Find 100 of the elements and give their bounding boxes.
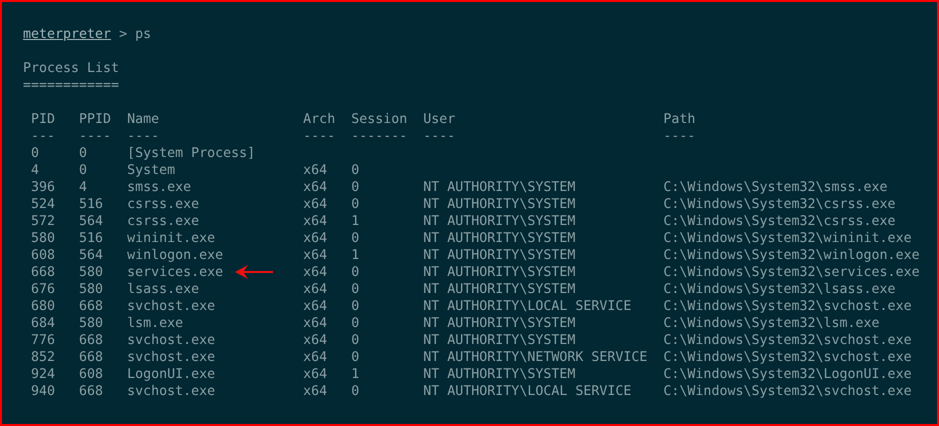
table-cell: csrss.exe [127, 197, 200, 212]
table-cell: NT AUTHORITY\SYSTEM [423, 265, 576, 280]
table-cell: NT AUTHORITY\SYSTEM [423, 197, 576, 212]
table-cell: x64 [303, 197, 328, 212]
table-cell: x64 [303, 384, 328, 399]
table-cell: NT AUTHORITY\SYSTEM [423, 214, 576, 229]
table-cell: 1 [351, 248, 360, 263]
table-cell: wininit.exe [127, 231, 216, 246]
table-cell: NT AUTHORITY\SYSTEM [423, 316, 576, 331]
table-cell: C:\Windows\System32\svchost.exe [663, 299, 912, 314]
table-cell: 516 [79, 231, 104, 246]
section-title: Process List [23, 61, 120, 76]
header-rule: ---- [79, 129, 112, 144]
table-cell: x64 [303, 316, 328, 331]
command-text: ps [135, 26, 152, 43]
table-cell: x64 [303, 367, 328, 382]
table-cell: C:\Windows\System32\LogonUI.exe [663, 367, 912, 382]
table-cell: NT AUTHORITY\LOCAL SERVICE [423, 299, 632, 314]
table-cell: C:\Windows\System32\csrss.exe [663, 197, 896, 212]
table-cell: 776 [31, 333, 56, 348]
table-cell: lsass.exe [127, 282, 200, 297]
table-cell: 852 [31, 350, 56, 365]
table-cell: 608 [31, 248, 56, 263]
table-cell: NT AUTHORITY\SYSTEM [423, 282, 576, 297]
table-cell: 0 [79, 163, 88, 178]
header-rule: --- [31, 129, 56, 144]
table-cell: lsm.exe [127, 316, 184, 331]
table-cell: svchost.exe [127, 350, 216, 365]
table-cell: x64 [303, 350, 328, 365]
table-cell: C:\Windows\System32\lsass.exe [663, 282, 896, 297]
table-cell: x64 [303, 214, 328, 229]
table-cell: x64 [303, 248, 328, 263]
table-cell: System [127, 163, 176, 178]
table-cell: NT AUTHORITY\SYSTEM [423, 180, 576, 195]
table-cell: 0 [351, 350, 360, 365]
table-cell: C:\Windows\System32\lsm.exe [663, 316, 880, 331]
table-cell: 580 [31, 231, 56, 246]
table-cell: 564 [79, 214, 104, 229]
table-cell: 0 [351, 299, 360, 314]
table-cell: 0 [351, 282, 360, 297]
column-header: Name [127, 112, 160, 127]
table-cell: NT AUTHORITY\SYSTEM [423, 333, 576, 348]
table-cell: services.exe [127, 265, 224, 280]
table-cell: 4 [31, 163, 40, 178]
table-cell: smss.exe [127, 180, 192, 195]
table-cell: C:\Windows\System32\csrss.exe [663, 214, 896, 229]
table-cell: x64 [303, 163, 328, 178]
table-cell: 0 [79, 146, 88, 161]
table-cell: NT AUTHORITY\SYSTEM [423, 231, 576, 246]
table-cell: 0 [351, 316, 360, 331]
header-rule: ---- [423, 129, 456, 144]
header-rule: ---- [303, 129, 336, 144]
header-rule: ------- [351, 129, 408, 144]
table-cell: 1 [351, 214, 360, 229]
column-header: PPID [79, 112, 112, 127]
table-cell: NT AUTHORITY\NETWORK SERVICE [423, 350, 648, 365]
table-cell: C:\Windows\System32\svchost.exe [663, 333, 912, 348]
prompt-name: meterpreter [23, 26, 112, 43]
table-cell: C:\Windows\System32\svchost.exe [663, 350, 912, 365]
table-cell: 668 [79, 333, 104, 348]
table-cell: x64 [303, 180, 328, 195]
table-cell: 0 [351, 333, 360, 348]
table-cell: 924 [31, 367, 56, 382]
table-cell: 684 [31, 316, 56, 331]
table-cell: 516 [79, 197, 104, 212]
table-cell: 676 [31, 282, 56, 297]
table-cell: 608 [79, 367, 104, 382]
column-header: PID [31, 112, 56, 127]
table-cell: 524 [31, 197, 56, 212]
table-cell: C:\Windows\System32\services.exe [663, 265, 920, 280]
table-cell: x64 [303, 231, 328, 246]
table-cell: 0 [31, 146, 40, 161]
table-cell: svchost.exe [127, 384, 216, 399]
title-rule: ============ [23, 78, 120, 93]
table-cell: NT AUTHORITY\LOCAL SERVICE [423, 384, 632, 399]
table-cell: csrss.exe [127, 214, 200, 229]
table-cell: 0 [351, 197, 360, 212]
prompt-separator: > [119, 26, 128, 43]
column-header: Session [351, 112, 408, 127]
column-header: Path [663, 112, 696, 127]
table-cell: winlogon.exe [127, 248, 224, 263]
table-cell: 1 [351, 367, 360, 382]
table-cell: x64 [303, 299, 328, 314]
table-cell: C:\Windows\System32\wininit.exe [663, 231, 912, 246]
table-cell: 680 [31, 299, 56, 314]
table-cell: 572 [31, 214, 56, 229]
table-cell: 0 [351, 231, 360, 246]
table-cell: 668 [79, 299, 104, 314]
table-cell: C:\Windows\System32\svchost.exe [663, 384, 912, 399]
table-cell: 4 [79, 180, 88, 195]
table-cell: 0 [351, 163, 360, 178]
table-cell: 668 [79, 384, 104, 399]
table-cell: svchost.exe [127, 333, 216, 348]
table-cell: C:\Windows\System32\winlogon.exe [663, 248, 920, 263]
table-cell: svchost.exe [127, 299, 216, 314]
header-rule: ---- [127, 129, 160, 144]
table-cell: x64 [303, 333, 328, 348]
header-rule: ---- [663, 129, 696, 144]
column-header: Arch [303, 112, 336, 127]
table-cell: 940 [31, 384, 56, 399]
